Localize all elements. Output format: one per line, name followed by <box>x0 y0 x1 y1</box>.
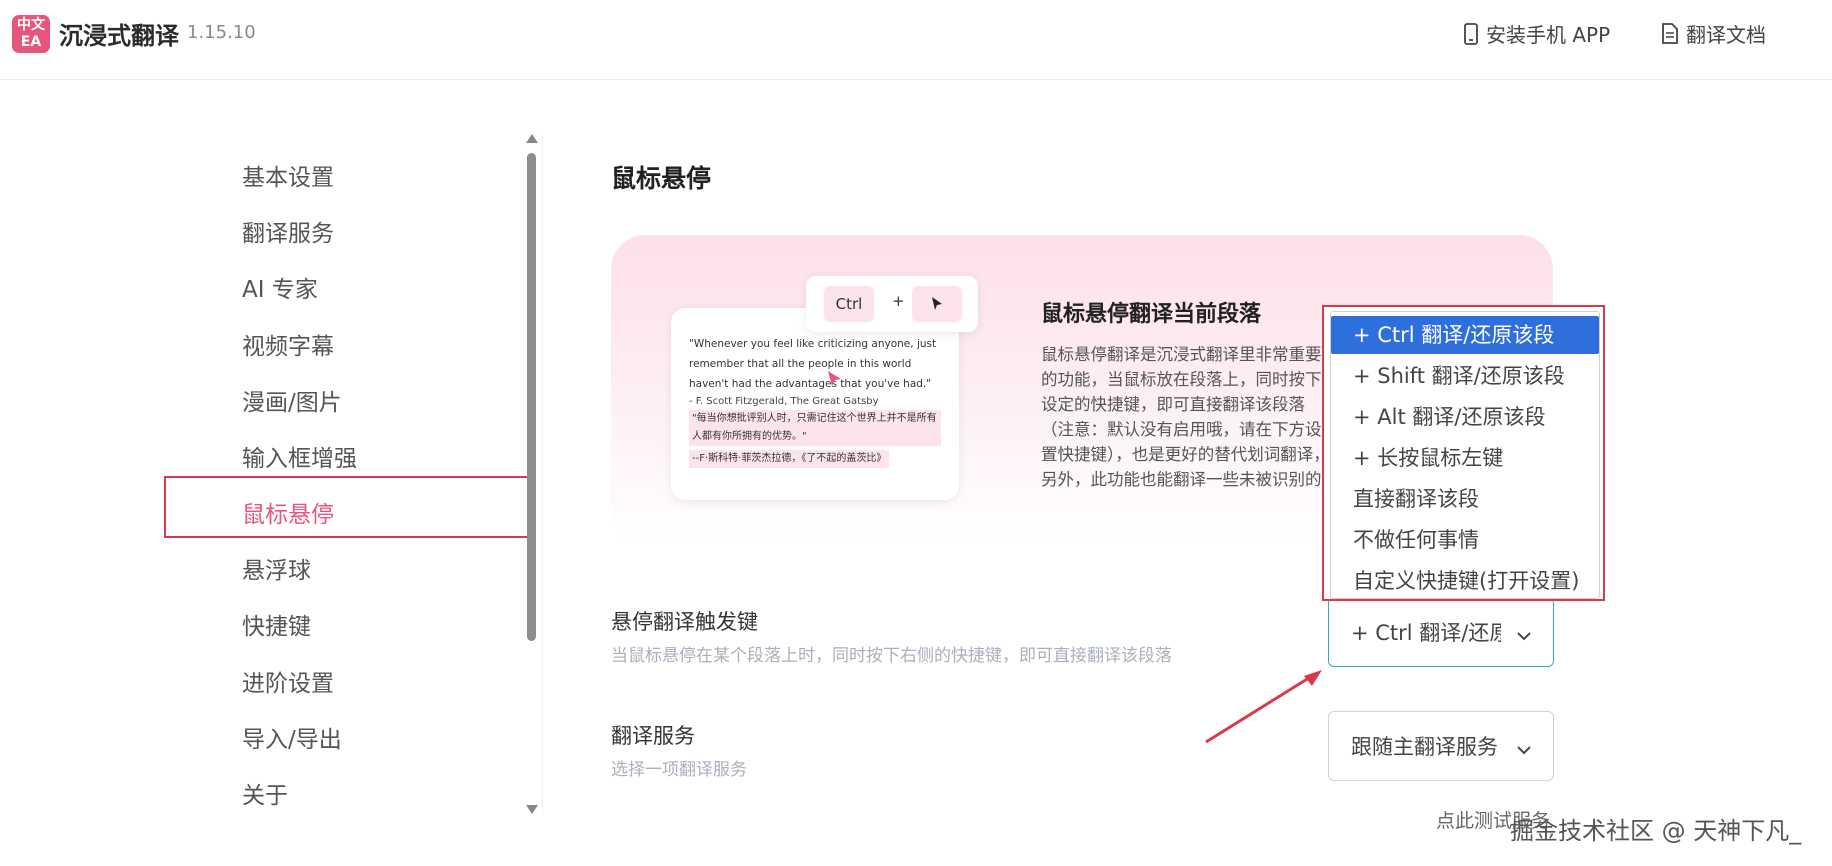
plus-sign: + <box>892 292 905 310</box>
logo-text-bottom: EA <box>20 34 42 50</box>
sidebar-divider <box>542 134 543 814</box>
option-long-press[interactable]: + 长按鼠标左键 <box>1331 439 1599 477</box>
phone-icon <box>1464 22 1478 45</box>
option-alt[interactable]: + Alt 翻译/还原该段 <box>1331 398 1599 436</box>
sidebar-scrollbar[interactable] <box>525 134 539 814</box>
sidebar-item-video-subtitles[interactable]: 视频字幕 <box>242 327 334 361</box>
option-shift[interactable]: + Shift 翻译/还原该段 <box>1331 357 1599 395</box>
demo-translation: "每当你想批评别人时，只需记住这个世界上并不是所有人都有你所拥有的优势。" <box>689 410 941 446</box>
scroll-down-arrow-icon[interactable] <box>526 805 538 814</box>
sidebar-item-floating-ball[interactable]: 悬浮球 <box>242 551 311 585</box>
option-custom[interactable]: 自定义快捷键(打开设置) <box>1331 562 1599 600</box>
sidebar-item-mouse-hover[interactable]: 鼠标悬停 <box>242 495 334 529</box>
option-ctrl[interactable]: + Ctrl 翻译/还原该段 <box>1331 316 1599 354</box>
docs-label: 翻译文档 <box>1686 23 1766 47</box>
sidebar-item-input-enhance[interactable]: 输入框增强 <box>242 439 357 473</box>
sidebar-item-translation-service[interactable]: 翻译服务 <box>242 214 334 248</box>
page-title: 鼠标悬停 <box>611 164 712 193</box>
service-label: 翻译服务 <box>611 724 695 748</box>
sidebar-item-import-export[interactable]: 导入/导出 <box>242 720 342 754</box>
feature-description: 鼠标悬停翻译是沉浸式翻译里非常重要的功能，当鼠标放在段落上，同时按下设定的快捷键… <box>1041 345 1330 489</box>
option-nothing[interactable]: 不做任何事情 <box>1331 521 1599 559</box>
demo-translation-attribution: --F·斯科特·菲茨杰拉德，《了不起的盖茨比》 <box>689 450 890 468</box>
logo-text-top: 中文 <box>17 17 45 33</box>
docs-link[interactable]: 翻译文档 <box>1662 19 1766 48</box>
feature-heading: 鼠标悬停翻译当前段落 <box>1041 302 1262 327</box>
app-title: 沉浸式翻译 <box>59 22 179 50</box>
document-icon <box>1662 23 1678 44</box>
chevron-down-icon <box>1517 622 1531 646</box>
trigger-key-label: 悬停翻译触发键 <box>611 610 758 634</box>
mouse-pointer-icon <box>912 286 962 322</box>
trigger-key-select[interactable]: + Ctrl 翻译/还原该段 <box>1328 597 1554 667</box>
shortcut-illustration: Ctrl + <box>806 276 978 332</box>
trigger-key-dropdown: + Ctrl 翻译/还原该段 + Shift 翻译/还原该段 + Alt 翻译/… <box>1322 305 1605 601</box>
app-logo: 中文 EA <box>12 15 50 53</box>
install-app-label: 安装手机 APP <box>1486 23 1611 47</box>
trigger-key-value: + Ctrl 翻译/还原该段 <box>1351 621 1501 645</box>
service-select[interactable]: 跟随主翻译服务 <box>1328 711 1554 781</box>
service-description: 选择一项翻译服务 <box>611 760 747 780</box>
dropdown-list: + Ctrl 翻译/还原该段 + Shift 翻译/还原该段 + Alt 翻译/… <box>1330 311 1600 599</box>
demo-paragraph-card: "Whenever you feel like criticizing anyo… <box>671 308 959 500</box>
sidebar-highlight-box <box>164 476 529 538</box>
settings-sidebar: 基本设置 翻译服务 AI 专家 视频字幕 漫画/图片 输入框增强 鼠标悬停 悬浮… <box>164 144 529 824</box>
pink-cursor-icon <box>827 370 843 392</box>
ctrl-key: Ctrl <box>824 286 874 322</box>
sidebar-item-shortcuts[interactable]: 快捷键 <box>242 607 311 641</box>
demo-attribution: - F. Scott Fitzgerald, The Great Gatsby <box>689 396 879 407</box>
sidebar-item-about[interactable]: 关于 <box>242 776 288 810</box>
service-value: 跟随主翻译服务 <box>1351 735 1498 759</box>
scroll-thumb[interactable] <box>527 153 536 641</box>
trigger-key-description: 当鼠标悬停在某个段落上时，同时按下右侧的快捷键，即可直接翻译该段落 <box>611 646 1172 666</box>
red-arrow-annotation <box>1205 670 1322 744</box>
top-header: 中文 EA 沉浸式翻译 1.15.10 安装手机 APP 翻译文档 <box>0 0 1832 80</box>
sidebar-item-manga-images[interactable]: 漫画/图片 <box>242 383 342 417</box>
sidebar-item-basic[interactable]: 基本设置 <box>242 158 334 192</box>
install-app-link[interactable]: 安装手机 APP <box>1464 19 1610 48</box>
watermark: 掘金技术社区 @ 天神下凡_ <box>1510 817 1802 845</box>
sidebar-item-advanced[interactable]: 进阶设置 <box>242 664 334 698</box>
app-version: 1.15.10 <box>187 22 256 43</box>
sidebar-item-ai-expert[interactable]: AI 专家 <box>242 270 318 304</box>
chevron-down-icon <box>1517 736 1531 760</box>
scroll-up-arrow-icon[interactable] <box>526 134 538 143</box>
demo-quote: "Whenever you feel like criticizing anyo… <box>689 338 937 390</box>
option-direct[interactable]: 直接翻译该段 <box>1331 480 1599 518</box>
